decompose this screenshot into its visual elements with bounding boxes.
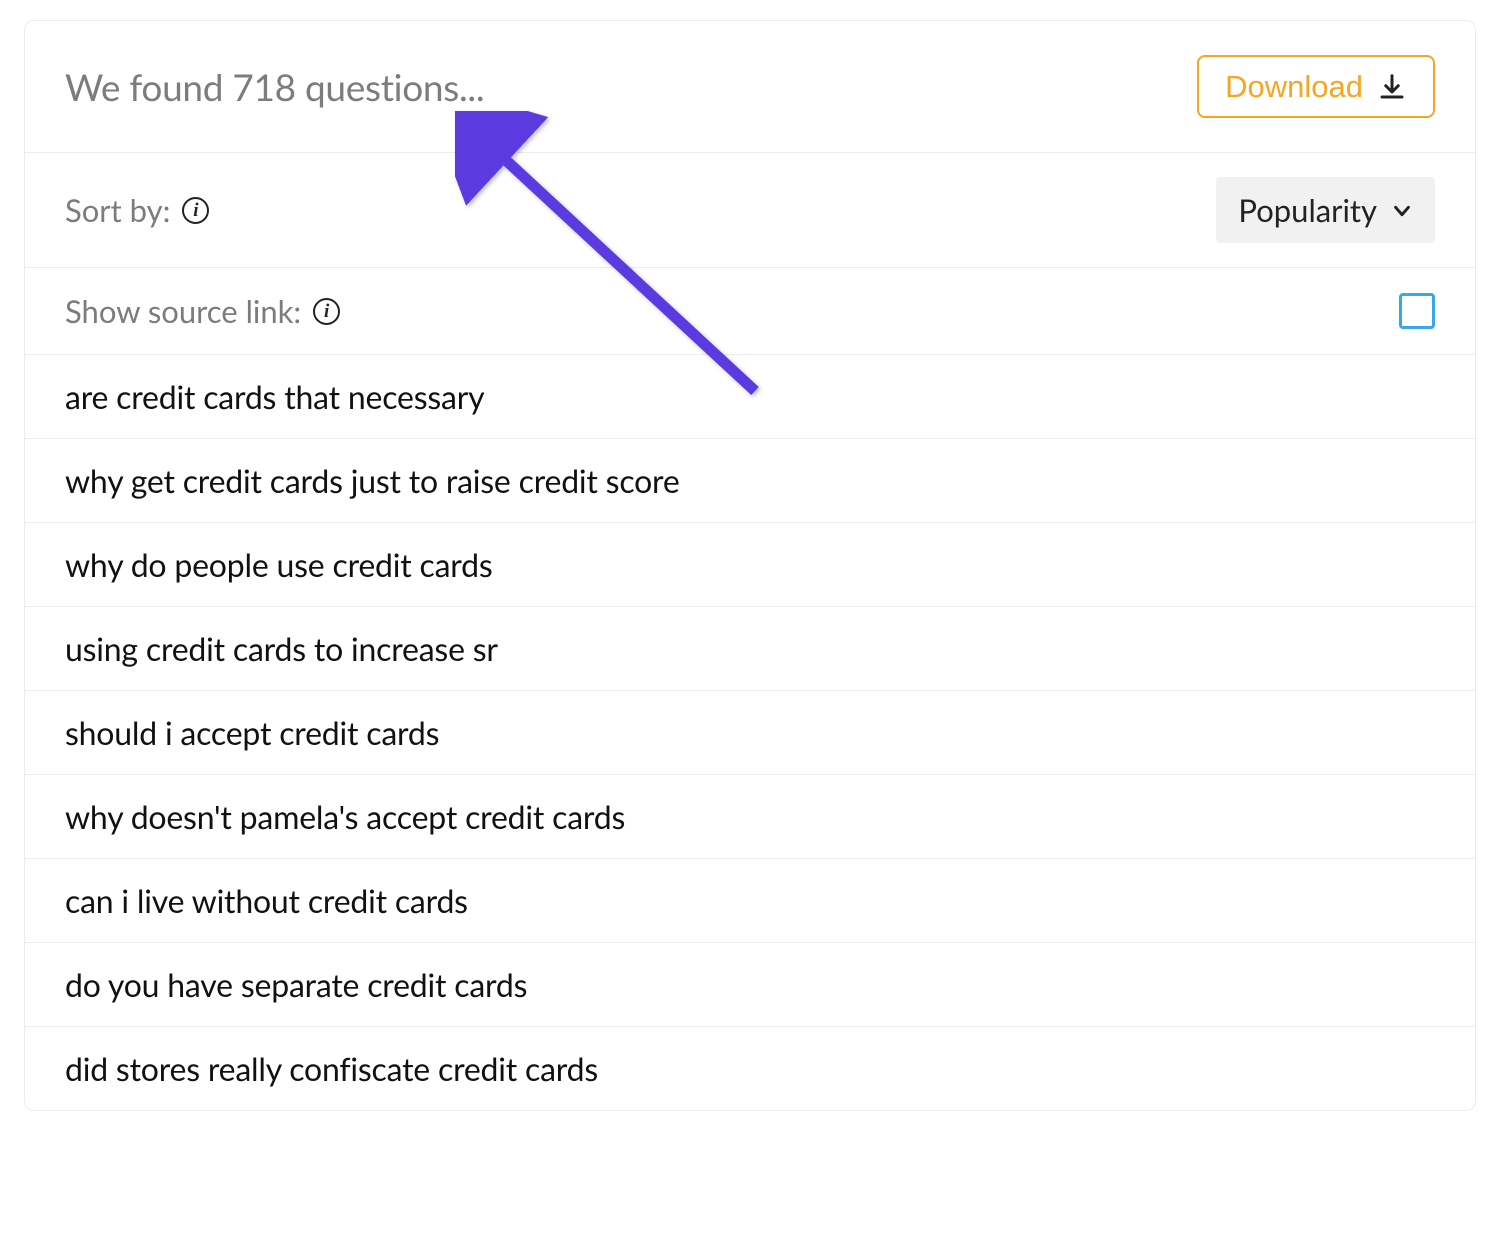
show-source-row: Show source link: i	[25, 268, 1475, 355]
download-button-label: Download	[1225, 71, 1363, 102]
list-item[interactable]: using credit cards to increase sr	[25, 607, 1475, 691]
chevron-down-icon	[1391, 191, 1413, 229]
sort-label-text: Sort by:	[65, 191, 170, 229]
sort-select[interactable]: Popularity	[1216, 177, 1435, 243]
list-item[interactable]: do you have separate credit cards	[25, 943, 1475, 1027]
list-item[interactable]: why do people use credit cards	[25, 523, 1475, 607]
info-icon[interactable]: i	[313, 298, 340, 325]
results-panel: We found 718 questions... Download	[24, 20, 1476, 1111]
show-source-checkbox[interactable]	[1399, 293, 1435, 329]
list-item[interactable]: why doesn't pamela's accept credit cards	[25, 775, 1475, 859]
list-item[interactable]: why get credit cards just to raise credi…	[25, 439, 1475, 523]
question-list: are credit cards that necessary why get …	[25, 355, 1475, 1110]
header-row: We found 718 questions... Download	[25, 21, 1475, 153]
list-item[interactable]: are credit cards that necessary	[25, 355, 1475, 439]
show-source-label-text: Show source link:	[65, 292, 301, 330]
download-icon	[1377, 72, 1407, 102]
list-item[interactable]: did stores really confiscate credit card…	[25, 1027, 1475, 1110]
download-button[interactable]: Download	[1197, 55, 1435, 118]
list-item[interactable]: can i live without credit cards	[25, 859, 1475, 943]
info-icon[interactable]: i	[182, 197, 209, 224]
show-source-label: Show source link: i	[65, 292, 340, 330]
results-count-title: We found 718 questions...	[65, 64, 484, 109]
sort-row: Sort by: i Popularity	[25, 153, 1475, 268]
sort-select-value: Popularity	[1238, 191, 1377, 229]
sort-label: Sort by: i	[65, 191, 209, 229]
list-item[interactable]: should i accept credit cards	[25, 691, 1475, 775]
